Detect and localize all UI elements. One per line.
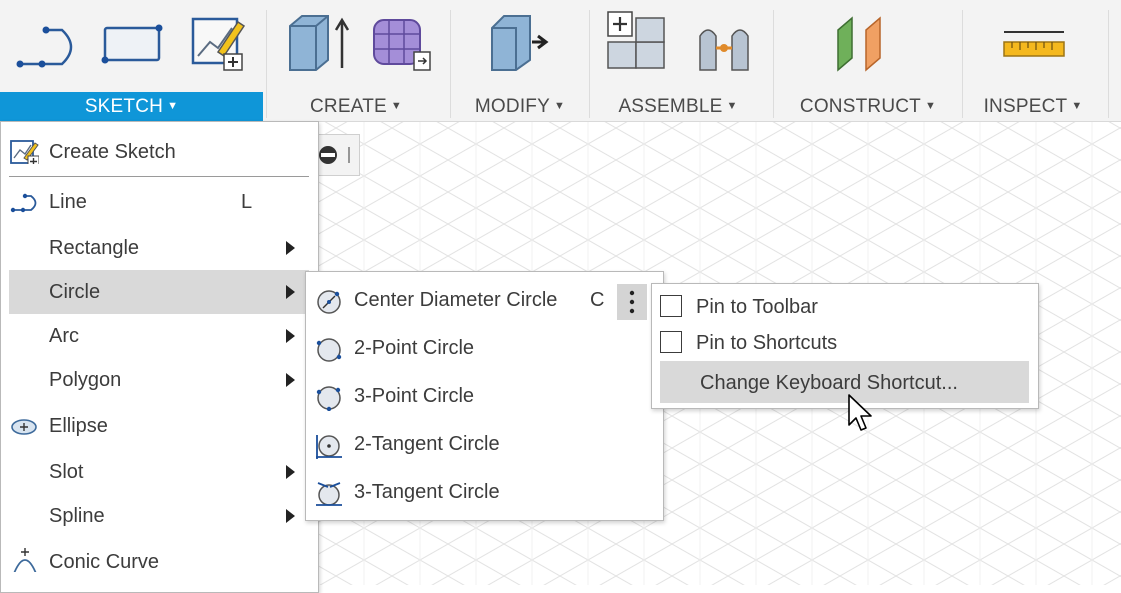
assemble-group-label: ASSEMBLE [618,96,723,117]
menu-item-label: Polygon [49,369,122,391]
new-component-icon[interactable] [604,8,670,72]
submenu-arrow-icon [286,373,295,387]
center-diameter-circle-icon [317,290,341,314]
submenu-item-label: 2-Point Circle [354,337,475,359]
inspect-group-tab[interactable]: INSPECT ▼ [970,92,1096,121]
menu-item-label: Spline [49,505,105,527]
toolbar-separator [1108,10,1109,118]
offset-plane-icon[interactable] [832,14,898,74]
chevron-down-icon: ▼ [167,100,179,112]
toolbar-separator [450,10,451,118]
menu-item-line[interactable]: Line L [1,180,318,224]
change-keyboard-shortcut-option[interactable]: Change Keyboard Shortcut... [660,361,1029,403]
chevron-down-icon: ▼ [1071,100,1083,112]
construct-group-label: CONSTRUCT [799,96,921,117]
toolbar: SKETCH ▼ CREATE ▼ MODIFY ▼ ASSEMBLE ▼ CONSTR… [0,0,1121,122]
submenu-arrow-icon [286,241,295,255]
menu-item-label: Conic Curve [49,551,160,573]
submenu-item-three-point-circle[interactable]: 3-Point Circle [306,372,663,420]
joint-icon[interactable] [694,16,760,72]
menu-item-arc[interactable]: Arc [1,314,318,358]
submenu-item-label: 2-Tangent Circle [354,433,500,455]
menu-item-label: Arc [49,325,79,347]
menu-item-shortcut: L [241,191,253,213]
menu-item-label: Create Sketch [49,141,176,163]
toolbar-separator [962,10,963,118]
submenu-arrow-icon [286,285,295,299]
measure-icon[interactable] [1002,28,1068,62]
create-group-label: CREATE [310,96,387,117]
chevron-down-icon: ▼ [390,100,402,112]
menu-item-label: Ellipse [49,415,108,437]
sketch-group-tab[interactable]: SKETCH ▼ [0,92,263,121]
submenu-item-label: 3-Tangent Circle [354,481,500,503]
toolbar-separator [266,10,267,118]
submenu-arrow-icon [286,329,295,343]
more-options-button[interactable] [617,284,647,320]
extrude-icon[interactable] [286,12,352,74]
create-form-icon[interactable] [370,14,436,74]
conic-curve-icon [13,548,37,572]
command-context-menu: Pin to Toolbar Pin to Shortcuts Change K… [651,283,1039,409]
two-point-circle-icon [316,338,342,362]
create-sketch-icon [10,140,39,164]
menu-item-label: Circle [49,281,101,303]
assemble-group-tab[interactable]: ASSEMBLE ▼ [598,92,758,121]
pin-toolbar-label: Pin to Toolbar [696,296,818,318]
circle-submenu: Center Diameter Circle C 2-Point Circle … [305,271,664,521]
menu-item-rectangle[interactable]: Rectangle [1,226,318,270]
menu-item-circle[interactable]: Circle [9,270,309,314]
submenu-item-two-tangent-circle[interactable]: 2-Tangent Circle [306,420,663,468]
pin-to-toolbar-option[interactable]: Pin to Toolbar [652,288,1038,326]
toolbar-separator [773,10,774,118]
ellipse-icon [11,419,37,435]
rectangle-tool-icon[interactable] [100,22,166,68]
menu-item-label: Slot [49,461,84,483]
menu-item-slot[interactable]: Slot [1,450,318,494]
menu-item-ellipse[interactable]: Ellipse [1,404,318,448]
menu-divider [9,176,309,177]
modify-group-label: MODIFY [474,96,550,117]
submenu-item-center-diameter-circle[interactable]: Center Diameter Circle C [306,276,663,324]
submenu-arrow-icon [286,465,295,479]
pin-to-shortcuts-option[interactable]: Pin to Shortcuts [652,324,1038,362]
modify-group-tab[interactable]: MODIFY ▼ [458,92,582,121]
toolbar-separator [589,10,590,118]
inspect-group-label: INSPECT [983,96,1068,117]
menu-item-conic-curve[interactable]: Conic Curve [1,540,318,584]
chevron-down-icon: ▼ [554,100,566,112]
menu-item-label: Rectangle [49,237,140,259]
submenu-arrow-icon [286,509,295,523]
line-icon [10,193,37,213]
submenu-item-two-point-circle[interactable]: 2-Point Circle [306,324,663,372]
menu-item-create-sketch[interactable]: Create Sketch [1,130,318,174]
chevron-down-icon: ▼ [924,100,937,112]
chevron-down-icon: ▼ [726,100,738,112]
construct-group-tab[interactable]: CONSTRUCT ▼ [782,92,954,121]
menu-item-spline[interactable]: Spline [1,494,318,538]
sketch-group-label: SKETCH [84,96,164,117]
three-tangent-circle-icon [316,482,342,506]
change-shortcut-label: Change Keyboard Shortcut... [700,372,958,394]
submenu-item-three-tangent-circle[interactable]: 3-Tangent Circle [306,468,663,516]
submenu-item-label: 3-Point Circle [354,385,475,407]
sketch-dropdown-menu: Create Sketch Line L Rectangle Circle Ar… [0,121,319,593]
three-point-circle-icon [316,386,341,411]
menu-item-label: Line [49,191,87,213]
create-sketch-icon[interactable] [188,14,248,72]
submenu-item-label: Center Diameter Circle [354,289,558,311]
line-tool-icon[interactable] [14,20,80,70]
create-group-tab[interactable]: CREATE ▼ [280,92,432,121]
pin-shortcuts-label: Pin to Shortcuts [696,332,838,354]
two-tangent-circle-icon [316,435,342,459]
submenu-item-shortcut: C [590,289,605,311]
pin-toolbar-checkbox[interactable] [660,295,682,317]
mouse-cursor-icon [848,394,872,431]
pin-shortcuts-checkbox[interactable] [660,331,682,353]
menu-item-polygon[interactable]: Polygon [1,358,318,402]
press-pull-icon[interactable] [488,12,554,74]
more-vertical-icon [629,290,635,314]
